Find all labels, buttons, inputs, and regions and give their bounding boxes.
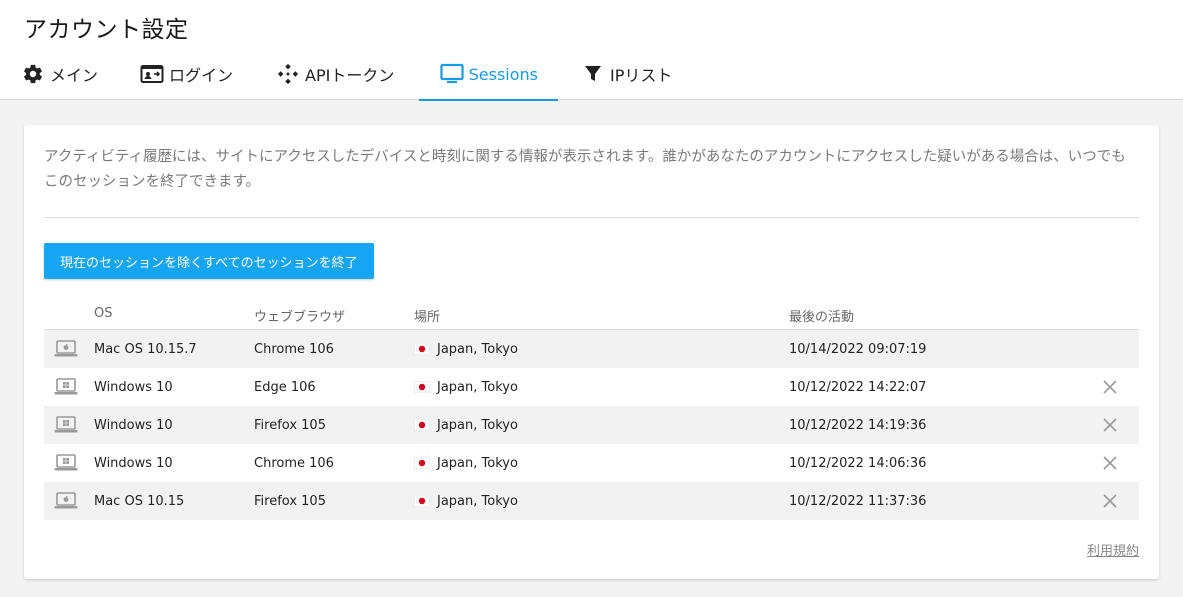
- session-last-activity: 10/12/2022 14:06:36: [789, 455, 927, 471]
- tab-main[interactable]: メイン: [0, 48, 118, 100]
- apple-laptop-icon: [54, 482, 78, 520]
- column-header-last-activity: 最後の活動: [789, 310, 855, 325]
- session-os: Windows 10: [94, 455, 173, 471]
- tab-sessions-label: Sessions: [468, 64, 538, 84]
- session-location-text: Japan, Tokyo: [437, 379, 518, 395]
- session-location: Japan, Tokyo: [414, 330, 518, 368]
- tab-sessions[interactable]: Sessions: [419, 48, 558, 101]
- session-last-activity: 10/14/2022 09:07:19: [789, 341, 927, 357]
- session-browser: Firefox 105: [254, 493, 326, 509]
- japan-flag-icon: [414, 419, 430, 431]
- end-session-button[interactable]: [1100, 406, 1120, 444]
- session-os: Windows 10: [94, 417, 173, 433]
- table-row: Windows 10 Edge 106 Japan, Tokyo 10/12/2…: [44, 368, 1139, 406]
- session-os: Mac OS 10.15.7: [94, 341, 197, 357]
- close-icon: [1103, 494, 1117, 508]
- session-last-activity: 10/12/2022 14:22:07: [789, 379, 927, 395]
- column-header-os: OS: [94, 306, 113, 321]
- japan-flag-icon: [414, 495, 430, 507]
- apple-laptop-icon: [54, 330, 78, 368]
- sessions-card: アクティビティ履歴には、サイトにアクセスしたデバイスと時刻に関する情報が表示され…: [24, 125, 1159, 579]
- session-browser: Edge 106: [254, 379, 316, 395]
- tab-ip-list-label: IPリスト: [610, 66, 673, 85]
- tab-api-token-label: APIトークン: [305, 66, 395, 85]
- tab-api-token[interactable]: APIトークン: [255, 48, 414, 100]
- gear-icon: [20, 63, 46, 85]
- session-os: Mac OS 10.15: [94, 493, 185, 509]
- close-icon: [1103, 456, 1117, 470]
- japan-flag-icon: [414, 343, 430, 355]
- windows-laptop-icon: [54, 406, 78, 444]
- filter-icon: [580, 63, 606, 85]
- divider: [44, 217, 1139, 218]
- japan-flag-icon: [414, 457, 430, 469]
- table-row: Mac OS 10.15.7 Chrome 106 Japan, Tokyo 1…: [44, 330, 1139, 368]
- japan-flag-icon: [414, 381, 430, 393]
- session-location: Japan, Tokyo: [414, 482, 518, 520]
- monitor-icon: [439, 63, 465, 85]
- session-browser: Chrome 106: [254, 455, 334, 471]
- windows-laptop-icon: [54, 444, 78, 482]
- windows-laptop-icon: [54, 368, 78, 406]
- session-location-text: Japan, Tokyo: [437, 341, 518, 357]
- session-browser: Chrome 106: [254, 341, 334, 357]
- session-location-text: Japan, Tokyo: [437, 417, 518, 433]
- table-row: Windows 10 Firefox 105 Japan, Tokyo 10/1…: [44, 406, 1139, 444]
- session-location: Japan, Tokyo: [414, 406, 518, 444]
- end-session-button[interactable]: [1100, 444, 1120, 482]
- id-card-icon: [139, 63, 165, 85]
- session-location-text: Japan, Tokyo: [437, 493, 518, 509]
- sessions-table: OS ウェブブラウザ 場所 最後の活動 Mac OS 10.15.7 Chrom…: [44, 297, 1139, 520]
- api-icon: [275, 63, 301, 85]
- end-session-button[interactable]: [1100, 368, 1120, 406]
- page-title: アカウント設定: [24, 17, 189, 43]
- table-row: Mac OS 10.15 Firefox 105 Japan, Tokyo 10…: [44, 482, 1139, 520]
- end-session-button[interactable]: [1100, 482, 1120, 520]
- close-icon: [1103, 380, 1117, 394]
- tab-bar: メイン ログイン APIトークン Sessions IPリスト: [0, 48, 1183, 101]
- session-browser: Firefox 105: [254, 417, 326, 433]
- column-header-location: 場所: [414, 310, 441, 325]
- session-location: Japan, Tokyo: [414, 444, 518, 482]
- close-icon: [1103, 418, 1117, 432]
- sessions-description: アクティビティ履歴には、サイトにアクセスしたデバイスと時刻に関する情報が表示され…: [44, 149, 1126, 190]
- terms-link[interactable]: 利用規約: [1087, 540, 1139, 559]
- end-all-sessions-button[interactable]: 現在のセッションを除くすべてのセッションを終了: [44, 243, 374, 279]
- tab-login[interactable]: ログイン: [119, 48, 253, 100]
- tab-main-label: メイン: [50, 66, 99, 85]
- session-last-activity: 10/12/2022 14:19:36: [789, 417, 927, 433]
- session-location-text: Japan, Tokyo: [437, 455, 518, 471]
- column-header-browser: ウェブブラウザ: [254, 310, 346, 325]
- table-header: OS ウェブブラウザ 場所 最後の活動: [44, 297, 1139, 330]
- table-row: Windows 10 Chrome 106 Japan, Tokyo 10/12…: [44, 444, 1139, 482]
- tab-ip-list[interactable]: IPリスト: [560, 48, 692, 100]
- session-location: Japan, Tokyo: [414, 368, 518, 406]
- header: アカウント設定 メイン ログイン APIトークン Sessions IPリスト: [0, 0, 1183, 101]
- tab-login-label: ログイン: [169, 66, 234, 85]
- session-os: Windows 10: [94, 379, 173, 395]
- session-last-activity: 10/12/2022 11:37:36: [789, 493, 927, 509]
